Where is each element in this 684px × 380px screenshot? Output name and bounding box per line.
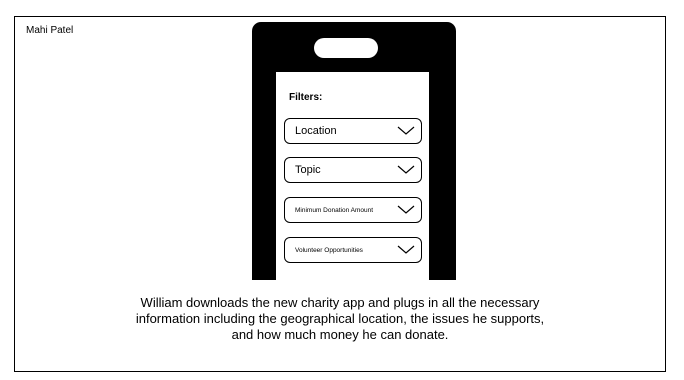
minimum-donation-dropdown-label: Minimum Donation Amount <box>295 206 374 214</box>
phone-speaker <box>314 38 378 58</box>
location-dropdown-label: Location <box>295 125 337 137</box>
caption-line: information including the geographical l… <box>135 311 545 326</box>
chevron-down-icon <box>397 245 415 254</box>
topic-dropdown-label: Topic <box>295 164 321 176</box>
chevron-down-icon <box>397 126 415 135</box>
scenario-caption: William downloads the new charity app an… <box>14 295 666 343</box>
caption-line: and how much money he can donate. <box>231 327 449 342</box>
chevron-down-icon <box>397 165 415 174</box>
chevron-down-icon <box>397 205 415 214</box>
caption-line: William downloads the new charity app an… <box>140 295 540 310</box>
minimum-donation-dropdown[interactable]: Minimum Donation Amount <box>284 197 422 223</box>
volunteer-opportunities-dropdown[interactable]: Volunteer Opportunities <box>284 237 422 263</box>
topic-dropdown[interactable]: Topic <box>284 157 422 183</box>
author-name: Mahi Patel <box>26 25 74 36</box>
filters-title: Filters: <box>289 92 323 103</box>
location-dropdown[interactable]: Location <box>284 118 422 144</box>
volunteer-opportunities-dropdown-label: Volunteer Opportunities <box>295 246 363 254</box>
